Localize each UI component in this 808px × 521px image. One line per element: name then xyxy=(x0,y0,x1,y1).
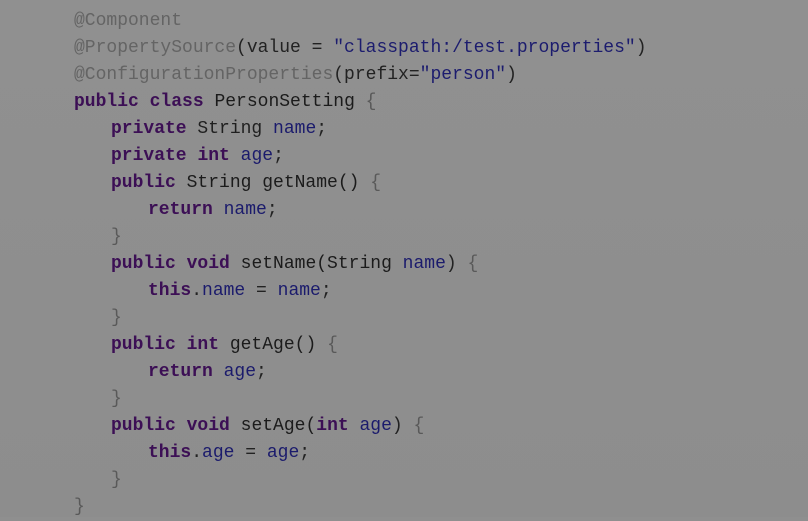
code-token-punc: ) xyxy=(391,416,414,436)
code-token-brace: { xyxy=(467,254,479,274)
code-token-punc: ; xyxy=(256,362,267,382)
code-token-field: age xyxy=(266,443,300,463)
code-token-kw: void xyxy=(186,416,230,436)
code-token-kw: public xyxy=(111,173,176,193)
code-token-kw: void xyxy=(186,254,230,274)
code-token-punc xyxy=(213,362,224,382)
code-token-punc: ; xyxy=(273,146,284,166)
code-token-field: name xyxy=(277,281,321,301)
code-token-ident: setAge( xyxy=(229,416,317,436)
code-token-field: age xyxy=(359,416,392,436)
code-panel: @Component @PropertySource(value = "class… xyxy=(0,0,808,517)
code-token-kw: int xyxy=(186,335,220,355)
code-token-punc xyxy=(139,92,150,112)
code-token-kw: return xyxy=(148,362,213,382)
code-token-punc xyxy=(176,416,187,436)
code-line: public class PersonSetting { xyxy=(74,89,647,116)
code-token-punc: ; xyxy=(299,443,311,463)
code-line: public int getAge() { xyxy=(74,332,647,359)
code-token-punc xyxy=(213,200,224,220)
code-line: this.age = age; xyxy=(74,440,647,467)
code-line: @ConfigurationProperties(prefix="person"… xyxy=(74,62,647,89)
code-token-kw: int xyxy=(316,416,349,436)
code-token-brace: } xyxy=(111,227,122,247)
code-token-punc xyxy=(349,416,360,436)
code-line: private String name; xyxy=(74,116,647,143)
code-token-ann: @PropertySource xyxy=(74,38,237,58)
code-token-field: name xyxy=(223,200,267,220)
code-token-ann: @Component xyxy=(74,11,183,31)
code-token-kw: public xyxy=(74,92,139,112)
code-token-brace: } xyxy=(111,389,122,409)
code-line: } xyxy=(74,224,647,251)
code-token-kw: this xyxy=(148,281,192,301)
code-token-punc: ) xyxy=(635,38,647,58)
code-token-kw: this xyxy=(148,443,192,463)
code-token-field: name xyxy=(202,281,246,301)
code-token-field: age xyxy=(223,362,257,382)
code-token-punc xyxy=(230,146,241,166)
code-token-kw: private xyxy=(111,146,187,166)
code-token-ident: PersonSetting xyxy=(203,92,366,112)
code-line: return age; xyxy=(74,359,647,386)
code-token-brace: { xyxy=(365,92,377,112)
code-token-brace: } xyxy=(74,497,85,517)
code-token-field: age xyxy=(240,146,274,166)
code-token-ident: setName(String xyxy=(229,254,403,274)
code-token-kw: public xyxy=(111,335,176,355)
code-token-type: String xyxy=(186,119,274,139)
code-line: @PropertySource(value = "classpath:/test… xyxy=(74,35,647,62)
code-line: return name; xyxy=(74,197,647,224)
code-token-punc: ) xyxy=(445,254,468,274)
code-token-punc: ; xyxy=(316,119,328,139)
code-token-brace: { xyxy=(413,416,425,436)
code-token-field: name xyxy=(273,119,317,139)
code-token-punc: = xyxy=(245,281,278,301)
code-line: this.name = name; xyxy=(74,278,647,305)
code-token-kw: public xyxy=(111,254,176,274)
code-token-punc: (value = xyxy=(236,38,334,58)
code-line: @Component xyxy=(74,8,647,35)
code-token-kw: return xyxy=(148,200,213,220)
code-token-ident: String getName() xyxy=(175,173,371,193)
code-token-field: age xyxy=(202,443,235,463)
code-token-ident: getAge() xyxy=(219,335,328,355)
code-token-punc xyxy=(176,254,187,274)
code-line: public void setName(String name) { xyxy=(74,251,647,278)
code-token-kw: class xyxy=(149,92,204,112)
code-token-punc: = xyxy=(234,443,267,463)
code-token-str: "person" xyxy=(419,65,507,85)
code-line: } xyxy=(74,386,647,413)
code-token-kw: public xyxy=(111,416,176,436)
code-token-brace: } xyxy=(111,470,122,490)
code-token-str: "classpath:/test.properties" xyxy=(333,38,636,58)
code-token-punc: ; xyxy=(320,281,332,301)
code-token-punc: (prefix= xyxy=(333,65,420,85)
code-line: } xyxy=(74,305,647,332)
code-token-brace: { xyxy=(327,335,338,355)
code-token-punc: . xyxy=(191,281,203,301)
code-token-kw: int xyxy=(197,146,230,166)
code-line: public String getName() { xyxy=(74,170,647,197)
code-line: public void setAge(int age) { xyxy=(74,413,647,440)
code-token-punc xyxy=(187,146,198,166)
code-token-punc: ) xyxy=(506,65,517,85)
code-block: @Component @PropertySource(value = "class… xyxy=(74,8,647,521)
code-token-punc: . xyxy=(191,443,203,463)
code-token-field: name xyxy=(402,254,446,274)
code-line: private int age; xyxy=(74,143,647,170)
code-token-punc: ; xyxy=(266,200,278,220)
code-token-kw: private xyxy=(111,119,187,139)
code-token-punc xyxy=(176,335,187,355)
code-token-brace: } xyxy=(111,308,122,328)
code-line: } xyxy=(74,467,647,494)
code-token-ann: @ConfigurationProperties xyxy=(74,65,334,85)
code-token-brace: { xyxy=(370,173,382,193)
